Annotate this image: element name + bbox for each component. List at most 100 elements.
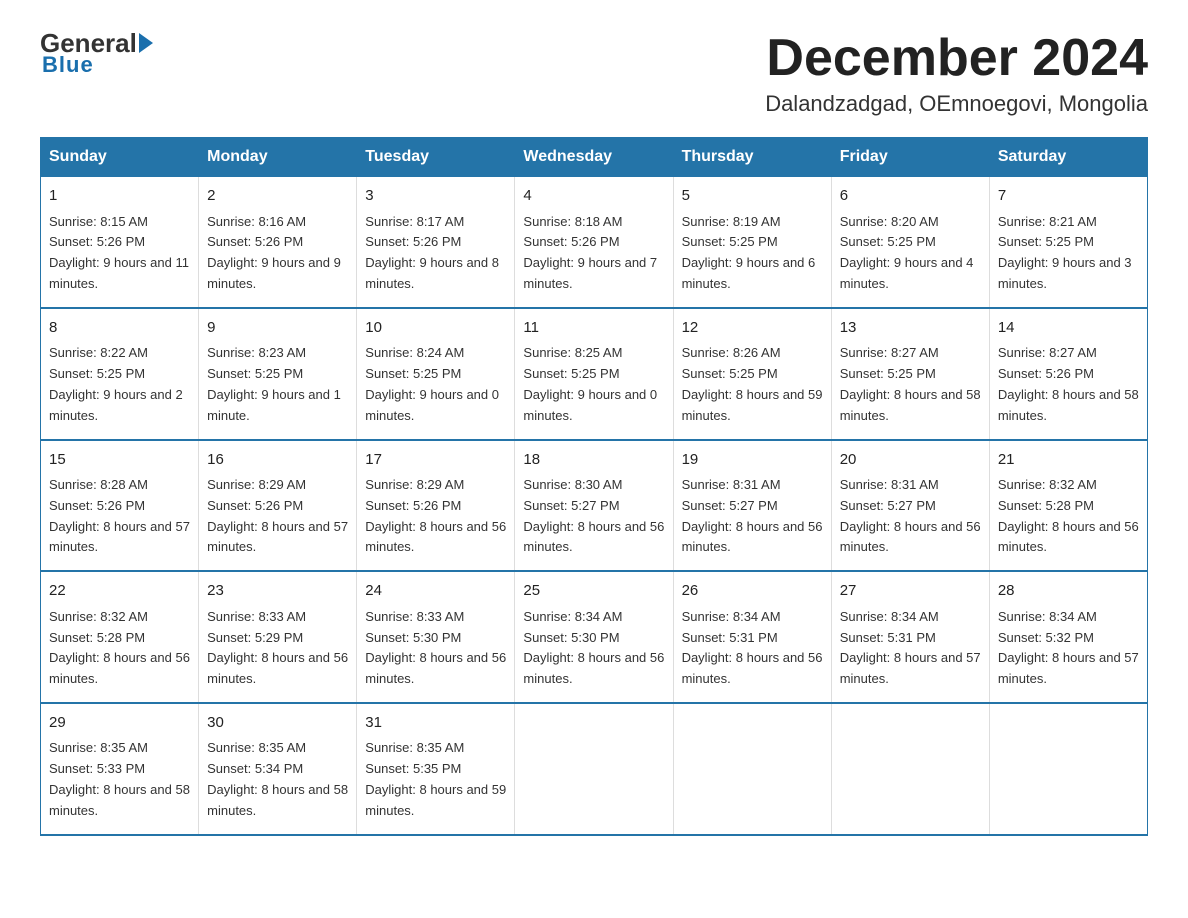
- day-cell: 4 Sunrise: 8:18 AMSunset: 5:26 PMDayligh…: [515, 177, 673, 308]
- day-cell: 30 Sunrise: 8:35 AMSunset: 5:34 PMDaylig…: [199, 703, 357, 835]
- day-cell: 21 Sunrise: 8:32 AMSunset: 5:28 PMDaylig…: [989, 440, 1147, 572]
- day-cell: 1 Sunrise: 8:15 AMSunset: 5:26 PMDayligh…: [41, 177, 199, 308]
- day-info: Sunrise: 8:34 AMSunset: 5:31 PMDaylight:…: [682, 609, 823, 686]
- day-info: Sunrise: 8:33 AMSunset: 5:30 PMDaylight:…: [365, 609, 506, 686]
- day-info: Sunrise: 8:33 AMSunset: 5:29 PMDaylight:…: [207, 609, 348, 686]
- page-header: General Blue December 2024 Dalandzadgad,…: [40, 30, 1148, 117]
- day-number: 7: [998, 185, 1139, 208]
- day-number: 10: [365, 317, 506, 340]
- day-cell: 6 Sunrise: 8:20 AMSunset: 5:25 PMDayligh…: [831, 177, 989, 308]
- column-header-saturday: Saturday: [989, 138, 1147, 177]
- month-title: December 2024: [765, 30, 1148, 87]
- day-number: 18: [523, 449, 664, 472]
- day-info: Sunrise: 8:29 AMSunset: 5:26 PMDaylight:…: [207, 477, 348, 554]
- day-cell: [831, 703, 989, 835]
- day-info: Sunrise: 8:25 AMSunset: 5:25 PMDaylight:…: [523, 345, 657, 422]
- day-number: 9: [207, 317, 348, 340]
- day-cell: 15 Sunrise: 8:28 AMSunset: 5:26 PMDaylig…: [41, 440, 199, 572]
- day-number: 8: [49, 317, 190, 340]
- day-number: 13: [840, 317, 981, 340]
- day-number: 6: [840, 185, 981, 208]
- calendar-header: SundayMondayTuesdayWednesdayThursdayFrid…: [41, 138, 1148, 177]
- day-cell: 19 Sunrise: 8:31 AMSunset: 5:27 PMDaylig…: [673, 440, 831, 572]
- day-info: Sunrise: 8:32 AMSunset: 5:28 PMDaylight:…: [49, 609, 190, 686]
- day-number: 22: [49, 580, 190, 603]
- week-row-1: 1 Sunrise: 8:15 AMSunset: 5:26 PMDayligh…: [41, 177, 1148, 308]
- day-cell: 27 Sunrise: 8:34 AMSunset: 5:31 PMDaylig…: [831, 571, 989, 703]
- day-cell: [673, 703, 831, 835]
- day-number: 12: [682, 317, 823, 340]
- day-cell: 25 Sunrise: 8:34 AMSunset: 5:30 PMDaylig…: [515, 571, 673, 703]
- column-header-monday: Monday: [199, 138, 357, 177]
- day-number: 21: [998, 449, 1139, 472]
- day-cell: 23 Sunrise: 8:33 AMSunset: 5:29 PMDaylig…: [199, 571, 357, 703]
- day-number: 11: [523, 317, 664, 340]
- day-number: 3: [365, 185, 506, 208]
- day-info: Sunrise: 8:16 AMSunset: 5:26 PMDaylight:…: [207, 214, 341, 291]
- day-number: 30: [207, 712, 348, 735]
- day-number: 24: [365, 580, 506, 603]
- day-info: Sunrise: 8:32 AMSunset: 5:28 PMDaylight:…: [998, 477, 1139, 554]
- logo-arrow-icon: [139, 33, 153, 53]
- day-number: 28: [998, 580, 1139, 603]
- day-number: 29: [49, 712, 190, 735]
- day-info: Sunrise: 8:26 AMSunset: 5:25 PMDaylight:…: [682, 345, 823, 422]
- day-cell: 10 Sunrise: 8:24 AMSunset: 5:25 PMDaylig…: [357, 308, 515, 440]
- day-number: 16: [207, 449, 348, 472]
- week-row-5: 29 Sunrise: 8:35 AMSunset: 5:33 PMDaylig…: [41, 703, 1148, 835]
- day-cell: 26 Sunrise: 8:34 AMSunset: 5:31 PMDaylig…: [673, 571, 831, 703]
- logo: General Blue: [40, 30, 155, 78]
- logo-blue-text: Blue: [42, 52, 94, 78]
- day-info: Sunrise: 8:34 AMSunset: 5:31 PMDaylight:…: [840, 609, 981, 686]
- location-subtitle: Dalandzadgad, OEmnoegovi, Mongolia: [765, 91, 1148, 117]
- day-info: Sunrise: 8:35 AMSunset: 5:35 PMDaylight:…: [365, 740, 506, 817]
- day-number: 5: [682, 185, 823, 208]
- day-number: 26: [682, 580, 823, 603]
- day-info: Sunrise: 8:31 AMSunset: 5:27 PMDaylight:…: [682, 477, 823, 554]
- day-info: Sunrise: 8:24 AMSunset: 5:25 PMDaylight:…: [365, 345, 499, 422]
- day-info: Sunrise: 8:29 AMSunset: 5:26 PMDaylight:…: [365, 477, 506, 554]
- day-info: Sunrise: 8:35 AMSunset: 5:33 PMDaylight:…: [49, 740, 190, 817]
- day-number: 15: [49, 449, 190, 472]
- day-number: 2: [207, 185, 348, 208]
- day-info: Sunrise: 8:22 AMSunset: 5:25 PMDaylight:…: [49, 345, 183, 422]
- day-number: 19: [682, 449, 823, 472]
- day-cell: 28 Sunrise: 8:34 AMSunset: 5:32 PMDaylig…: [989, 571, 1147, 703]
- day-cell: 9 Sunrise: 8:23 AMSunset: 5:25 PMDayligh…: [199, 308, 357, 440]
- day-info: Sunrise: 8:31 AMSunset: 5:27 PMDaylight:…: [840, 477, 981, 554]
- day-cell: 24 Sunrise: 8:33 AMSunset: 5:30 PMDaylig…: [357, 571, 515, 703]
- day-cell: 29 Sunrise: 8:35 AMSunset: 5:33 PMDaylig…: [41, 703, 199, 835]
- day-cell: 16 Sunrise: 8:29 AMSunset: 5:26 PMDaylig…: [199, 440, 357, 572]
- day-info: Sunrise: 8:19 AMSunset: 5:25 PMDaylight:…: [682, 214, 816, 291]
- calendar-body: 1 Sunrise: 8:15 AMSunset: 5:26 PMDayligh…: [41, 177, 1148, 835]
- day-cell: 22 Sunrise: 8:32 AMSunset: 5:28 PMDaylig…: [41, 571, 199, 703]
- day-cell: [515, 703, 673, 835]
- column-header-thursday: Thursday: [673, 138, 831, 177]
- day-info: Sunrise: 8:18 AMSunset: 5:26 PMDaylight:…: [523, 214, 657, 291]
- day-cell: 20 Sunrise: 8:31 AMSunset: 5:27 PMDaylig…: [831, 440, 989, 572]
- day-cell: 2 Sunrise: 8:16 AMSunset: 5:26 PMDayligh…: [199, 177, 357, 308]
- day-number: 20: [840, 449, 981, 472]
- day-cell: 14 Sunrise: 8:27 AMSunset: 5:26 PMDaylig…: [989, 308, 1147, 440]
- day-cell: 5 Sunrise: 8:19 AMSunset: 5:25 PMDayligh…: [673, 177, 831, 308]
- day-cell: [989, 703, 1147, 835]
- column-header-tuesday: Tuesday: [357, 138, 515, 177]
- day-info: Sunrise: 8:28 AMSunset: 5:26 PMDaylight:…: [49, 477, 190, 554]
- day-number: 4: [523, 185, 664, 208]
- day-cell: 8 Sunrise: 8:22 AMSunset: 5:25 PMDayligh…: [41, 308, 199, 440]
- title-block: December 2024 Dalandzadgad, OEmnoegovi, …: [765, 30, 1148, 117]
- day-number: 17: [365, 449, 506, 472]
- day-cell: 12 Sunrise: 8:26 AMSunset: 5:25 PMDaylig…: [673, 308, 831, 440]
- day-info: Sunrise: 8:34 AMSunset: 5:32 PMDaylight:…: [998, 609, 1139, 686]
- day-info: Sunrise: 8:30 AMSunset: 5:27 PMDaylight:…: [523, 477, 664, 554]
- day-cell: 7 Sunrise: 8:21 AMSunset: 5:25 PMDayligh…: [989, 177, 1147, 308]
- day-number: 1: [49, 185, 190, 208]
- calendar-table: SundayMondayTuesdayWednesdayThursdayFrid…: [40, 137, 1148, 835]
- day-cell: 3 Sunrise: 8:17 AMSunset: 5:26 PMDayligh…: [357, 177, 515, 308]
- day-number: 27: [840, 580, 981, 603]
- day-info: Sunrise: 8:23 AMSunset: 5:25 PMDaylight:…: [207, 345, 341, 422]
- day-info: Sunrise: 8:20 AMSunset: 5:25 PMDaylight:…: [840, 214, 974, 291]
- week-row-4: 22 Sunrise: 8:32 AMSunset: 5:28 PMDaylig…: [41, 571, 1148, 703]
- day-info: Sunrise: 8:21 AMSunset: 5:25 PMDaylight:…: [998, 214, 1132, 291]
- day-cell: 13 Sunrise: 8:27 AMSunset: 5:25 PMDaylig…: [831, 308, 989, 440]
